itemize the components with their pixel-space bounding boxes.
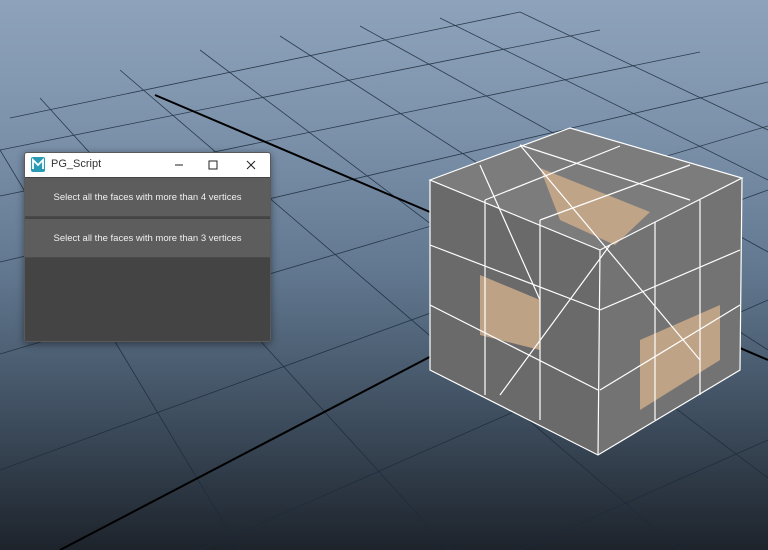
window-empty-area [25,259,270,341]
select-faces-3-vertices-button[interactable]: Select all the faces with more than 3 ve… [25,219,270,258]
window-titlebar[interactable]: PG_Script [25,153,270,177]
minimize-button[interactable] [163,153,195,177]
pg-script-window[interactable]: PG_Script Select all the faces with more… [24,152,271,342]
3d-viewport[interactable]: PG_Script Select all the faces with more… [0,0,768,550]
close-icon [246,160,256,170]
select-faces-4-vertices-button[interactable]: Select all the faces with more than 4 ve… [25,178,270,217]
maya-m-icon [31,157,45,172]
window-title: PG_Script [51,158,102,170]
maximize-button[interactable] [197,153,229,177]
minimize-icon [175,164,183,166]
cube-mesh[interactable] [428,127,744,456]
close-button[interactable] [235,153,267,177]
maximize-icon [208,160,218,170]
